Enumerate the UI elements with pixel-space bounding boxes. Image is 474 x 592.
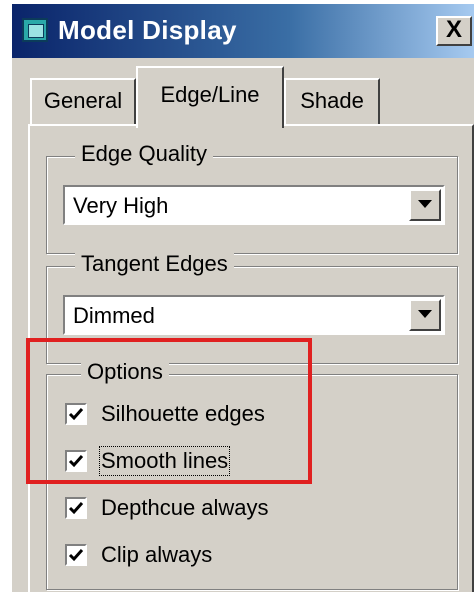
edge-quality-group: Edge Quality Very High	[46, 141, 458, 254]
depthcue-always-checkbox[interactable]	[65, 497, 87, 519]
depthcue-always-label: Depthcue always	[101, 495, 269, 520]
options-group: Options Silhouette edges Smooth lines De…	[46, 359, 458, 590]
tangent-edges-select[interactable]: Dimmed	[63, 295, 445, 335]
tab-shade[interactable]: Shade	[284, 78, 380, 124]
chevron-down-icon[interactable]	[409, 299, 441, 331]
edge-quality-value: Very High	[73, 193, 169, 218]
model-display-dialog: Model Display X General Edge/Line Shade …	[12, 4, 474, 592]
clip-always-checkbox[interactable]	[65, 544, 87, 566]
tangent-edges-group: Tangent Edges Dimmed	[46, 251, 458, 364]
window-title: Model Display	[58, 15, 237, 45]
tab-edge-line[interactable]: Edge/Line	[136, 66, 284, 128]
edge-line-panel: Edge Quality Very High Tangent Edges Dim…	[28, 124, 474, 592]
smooth-lines-checkbox[interactable]	[65, 450, 87, 472]
tab-general[interactable]: General	[30, 78, 136, 124]
silhouette-edges-checkbox[interactable]	[65, 403, 87, 425]
tangent-edges-legend: Tangent Edges	[75, 251, 234, 277]
smooth-lines-label: Smooth lines	[98, 446, 231, 476]
title-bar[interactable]: Model Display X	[12, 4, 474, 58]
close-button[interactable]: X	[436, 16, 472, 46]
tangent-edges-value: Dimmed	[73, 303, 155, 328]
edge-quality-legend: Edge Quality	[75, 141, 213, 167]
model-display-icon	[22, 18, 48, 42]
silhouette-edges-label: Silhouette edges	[101, 401, 265, 426]
clip-always-label: Clip always	[101, 542, 213, 567]
edge-quality-select[interactable]: Very High	[63, 185, 445, 225]
options-legend: Options	[81, 359, 169, 385]
chevron-down-icon[interactable]	[409, 189, 441, 221]
